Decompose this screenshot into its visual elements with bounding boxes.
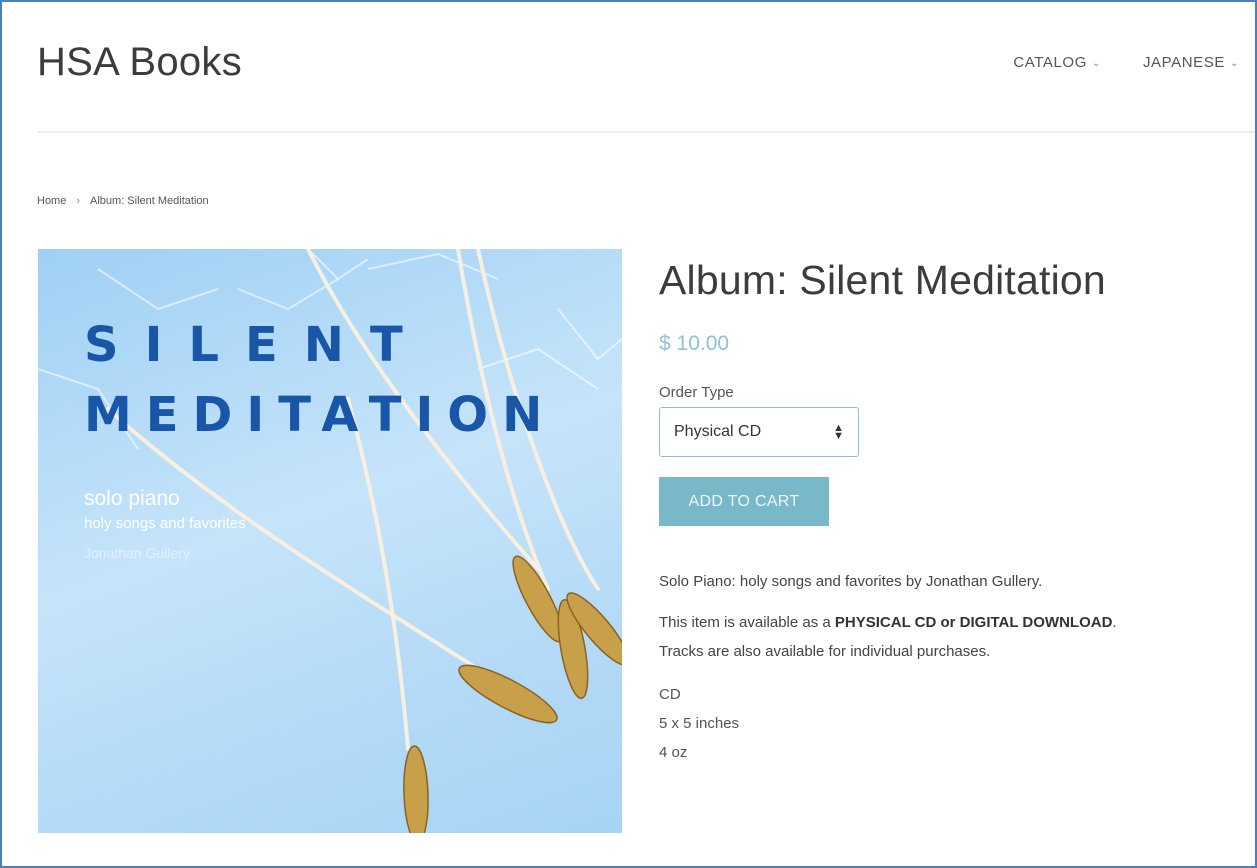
order-type-value: Physical CD (674, 423, 762, 440)
breadcrumb-home[interactable]: Home (37, 195, 66, 207)
order-type-select[interactable]: Physical CD ▲ ▼ (659, 407, 859, 457)
spec-format: CD (659, 686, 681, 703)
product-availability: This item is available as a PHYSICAL CD … (659, 608, 1249, 666)
nav-catalog-label: CATALOG (1013, 54, 1087, 71)
tracks-note: Tracks are also available for individual… (659, 643, 991, 660)
availability-period: . (1112, 614, 1117, 631)
add-to-cart-button[interactable]: ADD TO CART (659, 477, 829, 526)
chevron-down-icon: ⌄ (1091, 58, 1101, 69)
spec-weight: 4 oz (659, 744, 688, 761)
product-price: $ 10.00 (659, 332, 730, 355)
site-logo[interactable]: HSA Books (37, 40, 242, 85)
product-details: Album: Silent Meditation $ 10.00 Order T… (659, 257, 1249, 767)
breadcrumb-current: Album: Silent Meditation (90, 195, 209, 207)
album-cover-subtitle-2: holy songs and favorites (84, 515, 246, 532)
album-cover-subtitle: solo piano (84, 487, 180, 510)
nav-catalog[interactable]: CATALOG ⌄ (1013, 54, 1101, 71)
availability-formats: PHYSICAL CD or DIGITAL DOWNLOAD (834, 614, 1113, 631)
album-cover-image: SILENT MEDITATION solo piano holy songs … (38, 249, 622, 833)
breadcrumb: Home › Album: Silent Meditation (37, 195, 209, 207)
order-type-label: Order Type (659, 384, 734, 401)
album-cover-title-line2: MEDITATION (84, 387, 557, 443)
nav-japanese-label: JAPANESE (1142, 54, 1226, 71)
select-arrows-icon: ▲ ▼ (833, 422, 844, 442)
spec-size: 5 x 5 inches (659, 715, 740, 732)
nav-japanese[interactable]: JAPANESE ⌄ (1143, 54, 1239, 71)
product-title: Album: Silent Meditation (659, 257, 1106, 303)
album-cover-artist: Jonathan Gullery (84, 545, 190, 561)
site-header: HSA Books CATALOG ⌄ JAPANESE ⌄ (2, 2, 1255, 133)
album-cover-title-line1: SILENT (84, 317, 429, 373)
product-specs: CD 5 x 5 inches 4 oz (659, 680, 1249, 767)
main-nav: CATALOG ⌄ JAPANESE ⌄ (1013, 54, 1239, 71)
chevron-down-icon: ⌄ (1230, 58, 1239, 69)
availability-text: This item is available as a (659, 614, 835, 631)
product-description: Solo Piano: holy songs and favorites by … (659, 573, 1043, 590)
breadcrumb-separator-icon: › (76, 195, 81, 207)
header-divider (37, 131, 1255, 133)
